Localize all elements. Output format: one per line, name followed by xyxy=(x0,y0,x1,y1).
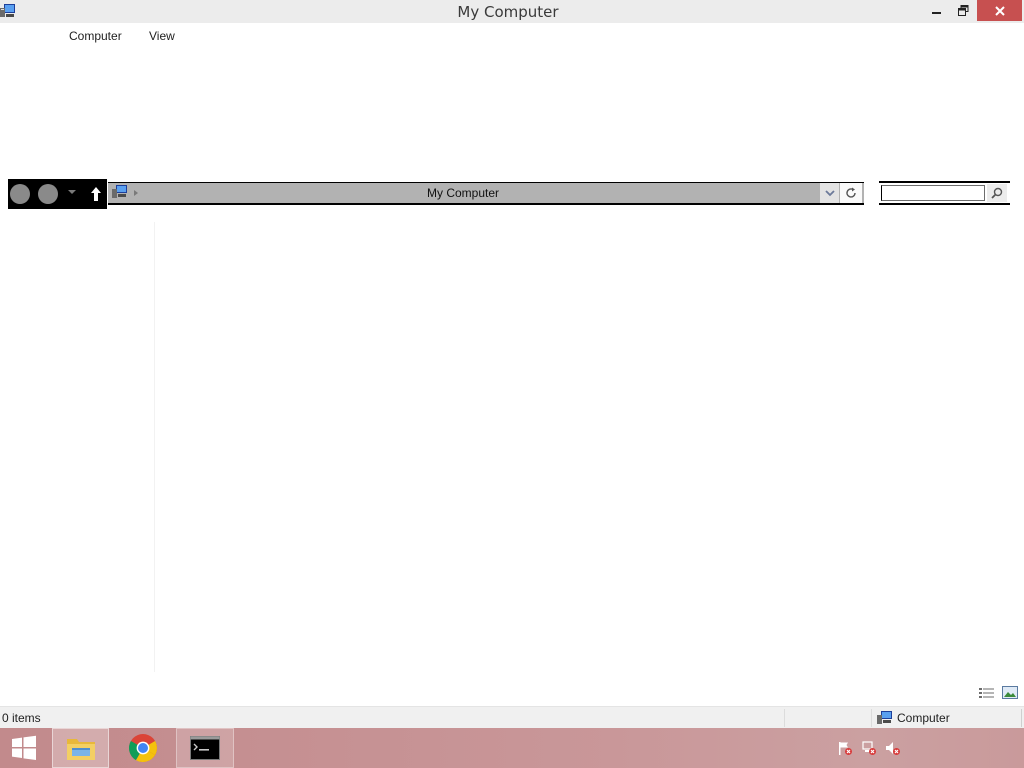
restore-icon xyxy=(957,5,968,16)
menu-bar: Computer View xyxy=(0,26,1024,46)
status-divider xyxy=(871,709,872,727)
status-bar: 0 items Computer xyxy=(0,706,1024,728)
refresh-button[interactable] xyxy=(840,183,862,203)
search-box xyxy=(879,181,1010,205)
details-view-icon xyxy=(978,687,994,698)
network-button[interactable] xyxy=(860,738,878,758)
taskbar xyxy=(0,728,1024,768)
taskbar-command-prompt[interactable] xyxy=(176,728,234,768)
search-input[interactable] xyxy=(881,185,985,201)
system-tray xyxy=(832,738,912,758)
chevron-down-icon xyxy=(824,190,835,197)
up-arrow-icon xyxy=(90,187,101,201)
status-divider xyxy=(784,709,785,727)
network-icon xyxy=(862,741,876,755)
taskbar-file-explorer[interactable] xyxy=(52,728,109,768)
details-view-button[interactable] xyxy=(978,685,995,700)
explorer-window: My Computer Computer View My Computer 0 … xyxy=(0,0,1024,728)
back-button[interactable] xyxy=(10,184,30,204)
action-center-button[interactable] xyxy=(836,738,854,758)
breadcrumb-location[interactable]: My Computer xyxy=(108,186,818,200)
item-count: 0 items xyxy=(2,711,41,725)
volume-muted-icon xyxy=(886,742,900,755)
navigation-buttons xyxy=(8,179,107,209)
restore-button[interactable] xyxy=(950,0,976,21)
start-button[interactable] xyxy=(0,728,48,768)
refresh-icon xyxy=(846,187,856,198)
address-history-button[interactable] xyxy=(820,183,839,203)
address-bar[interactable]: My Computer xyxy=(108,182,864,205)
windows-logo-icon xyxy=(12,735,36,760)
file-list-pane[interactable] xyxy=(156,222,1024,682)
status-zone-label: Computer xyxy=(897,711,950,725)
view-toggles xyxy=(978,685,1018,701)
cmd-icon xyxy=(190,736,220,760)
close-button[interactable] xyxy=(977,0,1022,21)
window-title: My Computer xyxy=(457,3,559,21)
close-icon xyxy=(994,5,1005,16)
search-icon xyxy=(991,187,1003,199)
title-bar[interactable]: My Computer xyxy=(0,0,1024,23)
taskbar-chrome[interactable] xyxy=(114,728,172,768)
menu-view[interactable]: View xyxy=(149,29,175,43)
status-divider xyxy=(1021,709,1022,727)
large-icons-view-button[interactable] xyxy=(1001,685,1018,700)
minimize-icon xyxy=(932,11,941,14)
navigation-pane[interactable] xyxy=(0,222,155,672)
chrome-icon xyxy=(129,734,157,763)
up-button[interactable] xyxy=(84,181,107,207)
menu-computer[interactable]: Computer xyxy=(69,29,122,43)
recent-locations-button[interactable] xyxy=(68,190,76,194)
action-center-flag-icon xyxy=(839,742,852,755)
computer-icon xyxy=(877,711,893,728)
minimize-button[interactable] xyxy=(924,0,950,21)
forward-button[interactable] xyxy=(38,184,58,204)
volume-button[interactable] xyxy=(884,738,902,758)
folder-icon xyxy=(66,739,95,760)
large-icons-view-icon xyxy=(1001,686,1018,699)
search-button[interactable] xyxy=(987,184,1007,202)
